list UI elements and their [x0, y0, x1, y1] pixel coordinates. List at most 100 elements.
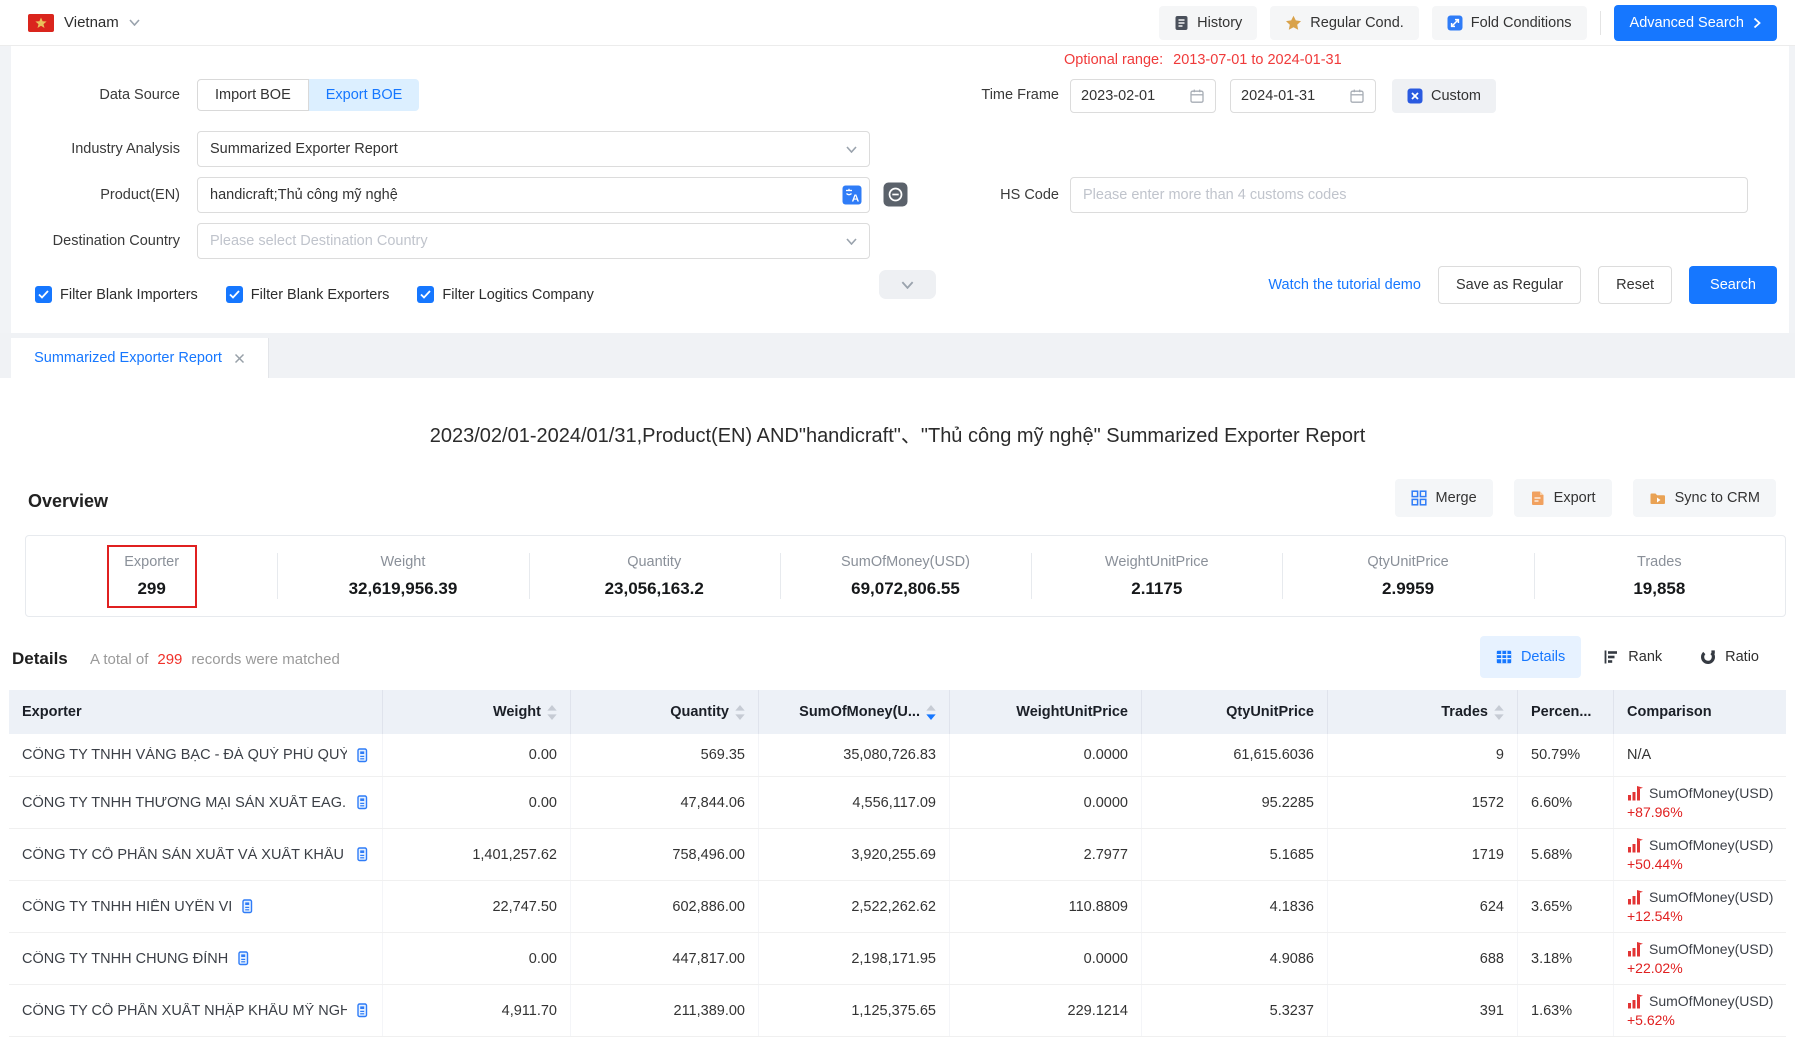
- exclude-icon[interactable]: [883, 182, 908, 207]
- industry-analysis-value: Summarized Exporter Report: [210, 141, 398, 157]
- col-weight[interactable]: Weight: [383, 690, 571, 734]
- checkbox-filter-logitics-company[interactable]: Filter Logitics Company: [417, 286, 594, 303]
- sum-cell: 2,198,171.95: [759, 933, 950, 984]
- table-row[interactable]: CÔNG TY TNHH HIỀN UYÊN VI 22,747.50 602,…: [9, 881, 1786, 933]
- table-row[interactable]: CÔNG TY CỔ PHẦN XUẤT NHẬP KHẨU MỸ NGH...…: [9, 985, 1786, 1037]
- quantity-cell: 602,886.00: [571, 881, 759, 932]
- product-en-input[interactable]: [197, 177, 870, 213]
- fold-conditions-button[interactable]: Fold Conditions: [1432, 6, 1587, 40]
- exporter-cell[interactable]: CÔNG TY TNHH HIỀN UYÊN VI: [9, 881, 383, 932]
- weight-unit-price-cell: 110.8809: [950, 881, 1142, 932]
- records-prefix: A total of: [90, 651, 148, 668]
- company-profile-icon[interactable]: [355, 748, 369, 763]
- col-label: Exporter: [22, 704, 82, 720]
- exporter-name[interactable]: CÔNG TY CỔ PHẦN XUẤT NHẬP KHẨU MỸ NGH...: [22, 1003, 347, 1019]
- exporter-cell[interactable]: CÔNG TY TNHH VÀNG BẠC - ĐÁ QUÝ PHÚ QUÝ: [9, 734, 383, 776]
- table-row[interactable]: CÔNG TY TNHH VÀNG BẠC - ĐÁ QUÝ PHÚ QUÝ 0…: [9, 734, 1786, 777]
- collapse-conditions-button[interactable]: [879, 270, 936, 299]
- col-weight-unit-price: WeightUnitPrice: [950, 690, 1142, 734]
- exporter-name[interactable]: CÔNG TY TNHH CHUNG ĐỈNH: [22, 951, 228, 967]
- date-from-input[interactable]: 2023-02-01: [1070, 79, 1216, 113]
- percent-cell: 3.18%: [1518, 933, 1614, 984]
- view-details-button[interactable]: Details: [1480, 636, 1581, 678]
- import-boe-button[interactable]: Import BOE: [197, 79, 309, 111]
- sort-desc-icon[interactable]: [926, 705, 936, 720]
- company-profile-icon[interactable]: [236, 951, 250, 966]
- regular-cond-button[interactable]: Regular Cond.: [1270, 6, 1419, 40]
- col-label: Percen...: [1531, 704, 1591, 720]
- overview-heading: Overview: [28, 491, 108, 512]
- exporter-cell[interactable]: CÔNG TY CỔ PHẦN XUẤT NHẬP KHẨU MỸ NGH...: [9, 985, 383, 1036]
- sort-icon[interactable]: [547, 705, 557, 720]
- comparison-cell: SumOfMoney(USD) +50.44%: [1614, 829, 1786, 880]
- search-button[interactable]: Search: [1689, 266, 1777, 304]
- percent-cell: 50.79%: [1518, 734, 1614, 776]
- custom-button[interactable]: Custom: [1392, 79, 1496, 113]
- export-boe-button[interactable]: Export BOE: [309, 79, 420, 111]
- qty-unit-price-cell: 4.9086: [1142, 933, 1328, 984]
- table-row[interactable]: CÔNG TY CỔ PHẦN SẢN XUẤT VÀ XUẤT KHẨU ..…: [9, 829, 1786, 881]
- stat-quantity: Quantity 23,056,163.2: [529, 536, 780, 616]
- industry-analysis-select[interactable]: Summarized Exporter Report: [197, 131, 870, 167]
- weight-cell: 4,911.70: [383, 985, 571, 1036]
- trades-cell: 9: [1328, 734, 1518, 776]
- exporter-cell[interactable]: CÔNG TY CỔ PHẦN SẢN XUẤT VÀ XUẤT KHẨU ..…: [9, 829, 383, 880]
- stat-sum-of-money: SumOfMoney(USD) 69,072,806.55: [780, 536, 1031, 616]
- tab-summarized-exporter-report[interactable]: Summarized Exporter Report: [11, 338, 269, 378]
- table-row[interactable]: CÔNG TY TNHH CHUNG ĐỈNH 0.00 447,817.00 …: [9, 933, 1786, 985]
- history-button[interactable]: History: [1159, 6, 1257, 40]
- date-to-input[interactable]: 2024-01-31: [1230, 79, 1376, 113]
- comparison-cell: N/A: [1614, 734, 1786, 776]
- view-rank-button[interactable]: Rank: [1587, 636, 1678, 678]
- exporter-name[interactable]: CÔNG TY TNHH HIỀN UYÊN VI: [22, 899, 232, 915]
- exporter-name[interactable]: CÔNG TY TNHH THƯƠNG MẠI SẢN XUẤT EAG...: [22, 795, 347, 811]
- exporter-cell[interactable]: CÔNG TY TNHH CHUNG ĐỈNH: [9, 933, 383, 984]
- qty-unit-price-cell: 5.3237: [1142, 985, 1328, 1036]
- comparison-metric: SumOfMoney(USD): [1649, 889, 1773, 905]
- company-profile-icon[interactable]: [355, 847, 369, 862]
- checkbox-filter-blank-exporters[interactable]: Filter Blank Exporters: [226, 286, 390, 303]
- comparison-cell: SumOfMoney(USD) +22.02%: [1614, 933, 1786, 984]
- crm-folder-icon: [1649, 491, 1666, 506]
- tab-title: Summarized Exporter Report: [34, 350, 222, 366]
- translate-icon[interactable]: A: [842, 185, 862, 205]
- view-switch: Details Rank Ratio: [1480, 636, 1775, 678]
- exporter-name[interactable]: CÔNG TY CỔ PHẦN SẢN XUẤT VÀ XUẤT KHẨU ..…: [22, 847, 347, 863]
- checkbox-filter-blank-importers[interactable]: Filter Blank Importers: [35, 286, 198, 303]
- close-icon[interactable]: [234, 353, 245, 364]
- advanced-search-button[interactable]: Advanced Search: [1614, 5, 1777, 41]
- exporter-name[interactable]: CÔNG TY TNHH VÀNG BẠC - ĐÁ QUÝ PHÚ QUÝ: [22, 747, 347, 763]
- merge-button[interactable]: Merge: [1395, 479, 1493, 517]
- export-button[interactable]: Export: [1514, 479, 1612, 517]
- trades-cell: 1719: [1328, 829, 1518, 880]
- sort-icon[interactable]: [735, 705, 745, 720]
- weight-cell: 0.00: [383, 777, 571, 828]
- col-trades[interactable]: Trades: [1328, 690, 1518, 734]
- destination-country-select[interactable]: Please select Destination Country: [197, 223, 870, 259]
- col-comparison: Comparison: [1614, 690, 1786, 734]
- tutorial-link[interactable]: Watch the tutorial demo: [1268, 277, 1421, 293]
- company-profile-icon[interactable]: [355, 795, 369, 810]
- trend-chart-icon: [1627, 994, 1643, 1009]
- industry-analysis-label: Industry Analysis: [30, 131, 180, 167]
- date-to-value: 2024-01-31: [1241, 88, 1315, 104]
- qty-unit-price-cell: 4.1836: [1142, 881, 1328, 932]
- sum-cell: 35,080,726.83: [759, 734, 950, 776]
- sync-to-crm-button[interactable]: Sync to CRM: [1633, 479, 1776, 517]
- country-selector[interactable]: Vietnam: [28, 14, 140, 32]
- view-ratio-button[interactable]: Ratio: [1684, 636, 1775, 678]
- view-details-label: Details: [1521, 649, 1565, 665]
- col-sum-of-money[interactable]: SumOfMoney(U...: [759, 690, 950, 734]
- reset-button[interactable]: Reset: [1598, 266, 1672, 304]
- trend-chart-icon: [1627, 838, 1643, 853]
- table-row[interactable]: CÔNG TY TNHH THƯƠNG MẠI SẢN XUẤT EAG... …: [9, 777, 1786, 829]
- sort-icon[interactable]: [1494, 705, 1504, 720]
- history-icon: [1174, 15, 1189, 31]
- hs-code-input[interactable]: [1070, 177, 1748, 213]
- report-content: 2023/02/01-2024/01/31,Product(EN) AND"ha…: [0, 378, 1795, 1059]
- company-profile-icon[interactable]: [240, 899, 254, 914]
- exporter-cell[interactable]: CÔNG TY TNHH THƯƠNG MẠI SẢN XUẤT EAG...: [9, 777, 383, 828]
- save-as-regular-button[interactable]: Save as Regular: [1438, 266, 1581, 304]
- col-quantity[interactable]: Quantity: [571, 690, 759, 734]
- company-profile-icon[interactable]: [355, 1003, 369, 1018]
